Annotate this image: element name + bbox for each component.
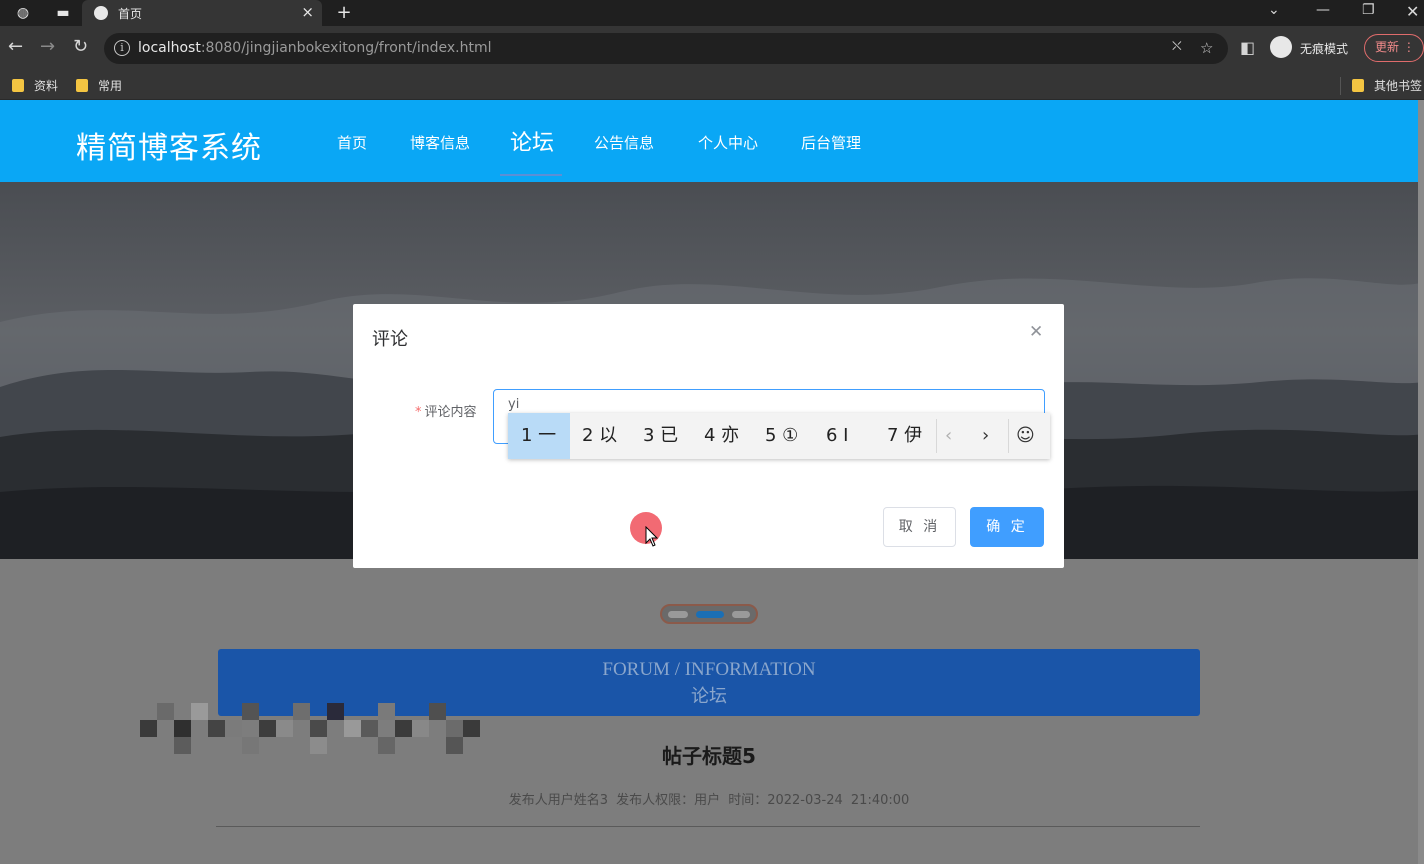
minimize-icon[interactable]: — (1316, 2, 1330, 18)
pixel-block (174, 720, 191, 737)
carousel-dot-active[interactable] (696, 611, 724, 618)
ime-candidate[interactable]: 2 以 (582, 413, 617, 459)
bookmark-folder-ziliao[interactable]: 资料 (12, 77, 58, 94)
tab-list-chevron-icon[interactable]: ⌄ (1268, 2, 1280, 18)
ime-separator (936, 419, 937, 453)
smiley-icon[interactable]: ☺ (1016, 413, 1035, 459)
site-header: 精简博客系统 首页 博客信息 论坛 公告信息 个人中心 后台管理 (0, 100, 1424, 182)
pixel-block (191, 703, 208, 720)
incognito-icon (1270, 36, 1292, 58)
pixel-block (378, 703, 395, 720)
site-info-icon[interactable]: i (114, 40, 130, 56)
nav-forum[interactable]: 论坛 (510, 125, 554, 157)
pixel-block (208, 720, 225, 737)
other-bookmarks-label: 其他书签 (1374, 79, 1423, 93)
dialog-close-icon[interactable]: ✕ (1029, 322, 1043, 342)
browser-toolbar: ← → ↻ i localhost:8080/jingjianbokexiton… (0, 26, 1424, 71)
ime-candidate[interactable]: 4 亦 (704, 413, 739, 459)
other-bookmarks[interactable]: 其他书签 (1352, 77, 1422, 94)
restore-icon[interactable]: ❐ (1362, 2, 1375, 18)
pixel-block (293, 703, 310, 720)
pixel-block (446, 720, 463, 737)
nav-admin[interactable]: 后台管理 (801, 132, 861, 153)
url-text[interactable]: localhost:8080/jingjianbokexitong/front/… (138, 40, 491, 56)
chevron-left-icon[interactable]: ‹ (945, 413, 952, 459)
carousel-indicator[interactable] (660, 604, 758, 624)
pixel-block (395, 720, 412, 737)
page-scrollbar[interactable] (1418, 100, 1424, 864)
carousel-dot[interactable] (732, 611, 750, 618)
globe-icon[interactable]: ◍ (14, 4, 32, 22)
comment-field-label: * 评论内容 (415, 401, 477, 420)
window-close-icon[interactable]: ✕ (1406, 2, 1419, 21)
folder-icon (76, 79, 88, 92)
update-label: 更新 (1375, 40, 1400, 54)
pixel-block (310, 720, 327, 737)
post-title[interactable]: 帖子标题5 (0, 740, 1418, 769)
carousel-dot[interactable] (668, 611, 688, 618)
tab-favicon-icon (94, 6, 108, 20)
chevron-right-icon[interactable]: › (982, 413, 989, 459)
divider (216, 826, 1200, 827)
pixel-block (242, 703, 259, 720)
folder-icon (12, 79, 24, 92)
nav-notice[interactable]: 公告信息 (594, 132, 654, 153)
folder-icon (1352, 79, 1364, 92)
new-tab-icon[interactable]: + (335, 4, 353, 22)
ime-candidate[interactable]: 7 伊 (887, 413, 922, 459)
bookmark-folder-changyong[interactable]: 常用 (76, 77, 122, 94)
section-title-en: FORUM / INFORMATION (602, 659, 816, 680)
cancel-button[interactable]: 取 消 (883, 507, 956, 547)
mouse-cursor-icon (645, 526, 659, 547)
ime-candidate[interactable]: 6 Ⅰ (826, 413, 848, 459)
site-brand[interactable]: 精简博客系统 (76, 123, 262, 167)
ime-candidate[interactable]: 3 已 (643, 413, 678, 459)
comment-label-text: 评论内容 (424, 405, 477, 420)
pixel-block (429, 703, 446, 720)
bookmark-label: 资料 (34, 79, 59, 93)
dialog-title: 评论 (372, 329, 408, 350)
update-button[interactable]: 更新 ⋮ (1364, 34, 1424, 62)
nav-blog-info[interactable]: 博客信息 (410, 132, 470, 153)
pixel-block (463, 720, 480, 737)
pixel-block (276, 720, 293, 737)
address-bar[interactable]: i localhost:8080/jingjianbokexitong/fron… (104, 33, 1228, 64)
forward-icon[interactable]: → (40, 37, 55, 57)
bookmark-star-icon[interactable]: ☆ (1200, 39, 1213, 57)
required-mark: * (415, 405, 422, 420)
ime-candidate-bar: 1 一 2 以 3 已 4 亦 5 ① 6 Ⅰ 7 伊 ‹ › ☺ (508, 413, 1050, 459)
url-path: :8080/jingjianbokexitong/front/index.htm… (200, 40, 492, 56)
incognito-label: 无痕模式 (1300, 42, 1349, 56)
side-panel-icon[interactable]: ◧ (1240, 38, 1255, 58)
pixel-block (157, 703, 174, 720)
nav-personal-center[interactable]: 个人中心 (698, 132, 758, 153)
bookmark-label: 常用 (98, 79, 123, 93)
url-host: localhost (138, 40, 201, 56)
ime-separator (1008, 419, 1009, 453)
active-nav-underline (500, 174, 562, 176)
pixel-block (412, 720, 429, 737)
browser-tab-active[interactable]: 首页 × (82, 0, 322, 26)
pixel-block (327, 703, 344, 720)
bookmark-separator (1340, 77, 1341, 95)
pixel-block (259, 720, 276, 737)
ime-candidate[interactable]: 1 一 (508, 413, 570, 459)
post-meta: 发布人用户姓名3 发布人权限：用户 时间：2022-03-24 21:40:00 (508, 793, 910, 808)
nav-home[interactable]: 首页 (337, 132, 367, 153)
back-icon[interactable]: ← (8, 37, 23, 57)
pixel-block (225, 720, 242, 737)
tab-close-icon[interactable]: × (301, 3, 314, 21)
pixel-block (344, 720, 361, 737)
reload-icon[interactable]: ↻ (73, 37, 88, 57)
bookmarks-bar: 资料 常用 其他书签 (0, 71, 1424, 100)
translate-icon[interactable]: ⛌ (1172, 39, 1182, 54)
confirm-button[interactable]: 确 定 (970, 507, 1044, 547)
tab-title: 首页 (118, 7, 143, 21)
pixel-block (140, 720, 157, 737)
browser-tab-bar: ◍ ▬ 首页 × + ⌄ — ❐ ✕ (0, 0, 1424, 26)
pixel-block (361, 720, 378, 737)
tab-search-icon[interactable]: ▬ (54, 4, 72, 22)
ime-candidate[interactable]: 5 ① (765, 413, 798, 459)
